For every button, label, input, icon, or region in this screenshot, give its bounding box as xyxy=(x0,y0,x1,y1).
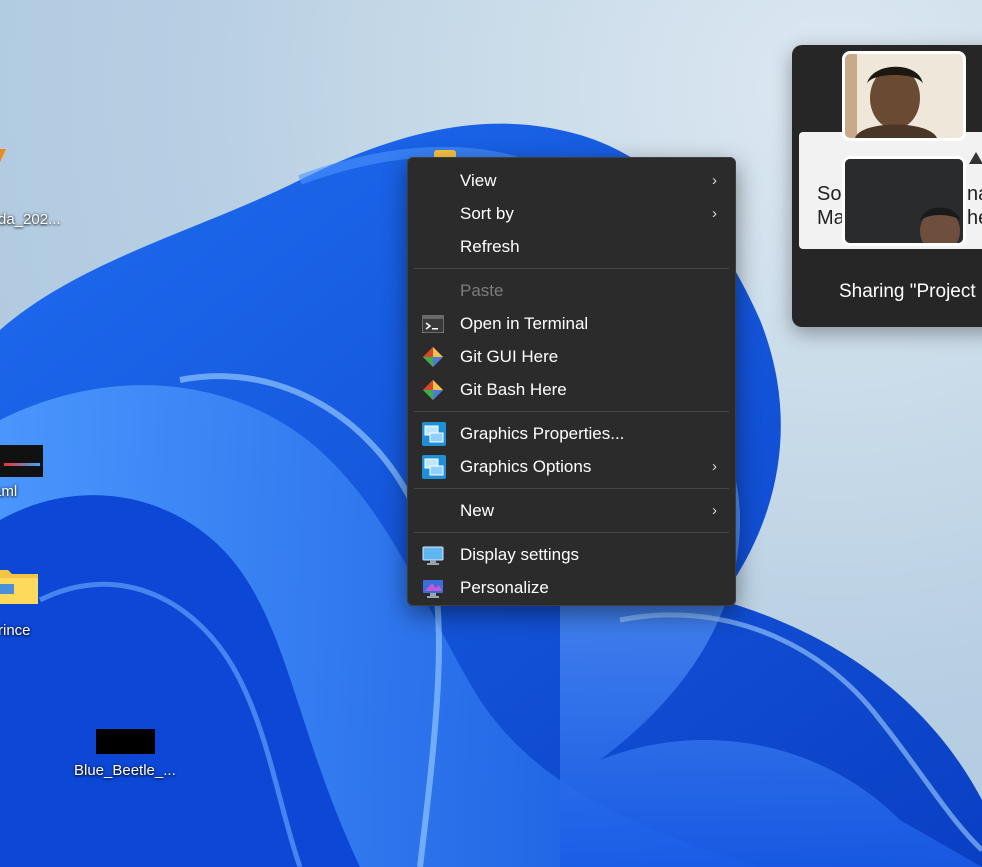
menu-item-label: Refresh xyxy=(460,237,520,256)
desktop-context-menu: View › Sort by › Refresh Paste Open in T… xyxy=(407,157,736,606)
folder-icon xyxy=(0,570,38,604)
git-icon xyxy=(423,347,443,367)
participant-video-tile[interactable] xyxy=(842,156,966,246)
desktop-icon-label: da_202... xyxy=(0,211,61,228)
intel-graphics-icon xyxy=(422,422,446,446)
chevron-right-icon: › xyxy=(712,172,717,189)
desktop-icon-label: Blue_Beetle_... xyxy=(74,762,176,779)
menu-item-refresh[interactable]: Refresh xyxy=(408,230,735,263)
menu-item-label: Open in Terminal xyxy=(460,314,589,333)
menu-item-label: View xyxy=(460,171,497,190)
sharing-status-text: Sharing "Project xyxy=(839,281,976,302)
chevron-right-icon: › xyxy=(712,205,717,222)
menu-item-label: Personalize xyxy=(460,578,549,597)
preview-text-left: So Ma xyxy=(817,183,845,229)
vlc-like-app-icon xyxy=(0,149,6,163)
menu-item-label: Sort by xyxy=(460,204,514,223)
terminal-icon xyxy=(422,315,444,333)
menu-item-label: Graphics Properties... xyxy=(460,424,625,443)
menu-item-label: Paste xyxy=(460,281,504,300)
menu-item-graphics-properties[interactable]: Graphics Properties... xyxy=(408,417,735,450)
chevron-right-icon: › xyxy=(712,502,717,519)
participant-avatar xyxy=(845,159,963,243)
participant-video-tile[interactable] xyxy=(842,51,966,141)
menu-item-label: Git Bash Here xyxy=(460,380,567,399)
menu-item-display-settings[interactable]: Display settings xyxy=(408,538,735,571)
desktop-icon-label: i&ml xyxy=(0,483,18,500)
video-thumbnail-icon xyxy=(96,729,155,754)
menu-item-label: Graphics Options xyxy=(460,457,592,476)
menu-item-sort-by[interactable]: Sort by › xyxy=(408,197,735,230)
chevron-right-icon: › xyxy=(712,458,717,475)
menu-item-new[interactable]: New › xyxy=(408,494,735,527)
menu-item-git-bash-here[interactable]: Git Bash Here xyxy=(408,373,735,406)
git-icon xyxy=(423,380,443,400)
personalize-icon xyxy=(423,580,443,598)
menu-item-label: Git GUI Here xyxy=(460,347,559,366)
menu-item-label: Display settings xyxy=(460,545,580,564)
menu-item-label: New xyxy=(460,501,495,520)
display-icon xyxy=(422,546,444,565)
menu-item-view[interactable]: View › xyxy=(408,164,735,197)
menu-item-personalize[interactable]: Personalize xyxy=(408,571,735,604)
warning-icon xyxy=(969,152,982,164)
menu-separator xyxy=(414,411,729,412)
menu-item-paste: Paste xyxy=(408,274,735,307)
menu-separator xyxy=(414,268,729,269)
meeting-share-panel: So Ma na he Sharing "Project xyxy=(792,45,982,327)
menu-separator xyxy=(414,488,729,489)
participant-avatar xyxy=(845,54,963,138)
file-thumbnail-icon xyxy=(0,445,43,477)
menu-separator xyxy=(414,532,729,533)
intel-graphics-icon xyxy=(422,455,446,479)
menu-item-graphics-options[interactable]: Graphics Options › xyxy=(408,450,735,483)
preview-text-right: na he xyxy=(967,183,982,229)
menu-item-git-gui-here[interactable]: Git GUI Here xyxy=(408,340,735,373)
menu-item-open-in-terminal[interactable]: Open in Terminal xyxy=(408,307,735,340)
desktop-icon-label: rince xyxy=(0,622,31,639)
